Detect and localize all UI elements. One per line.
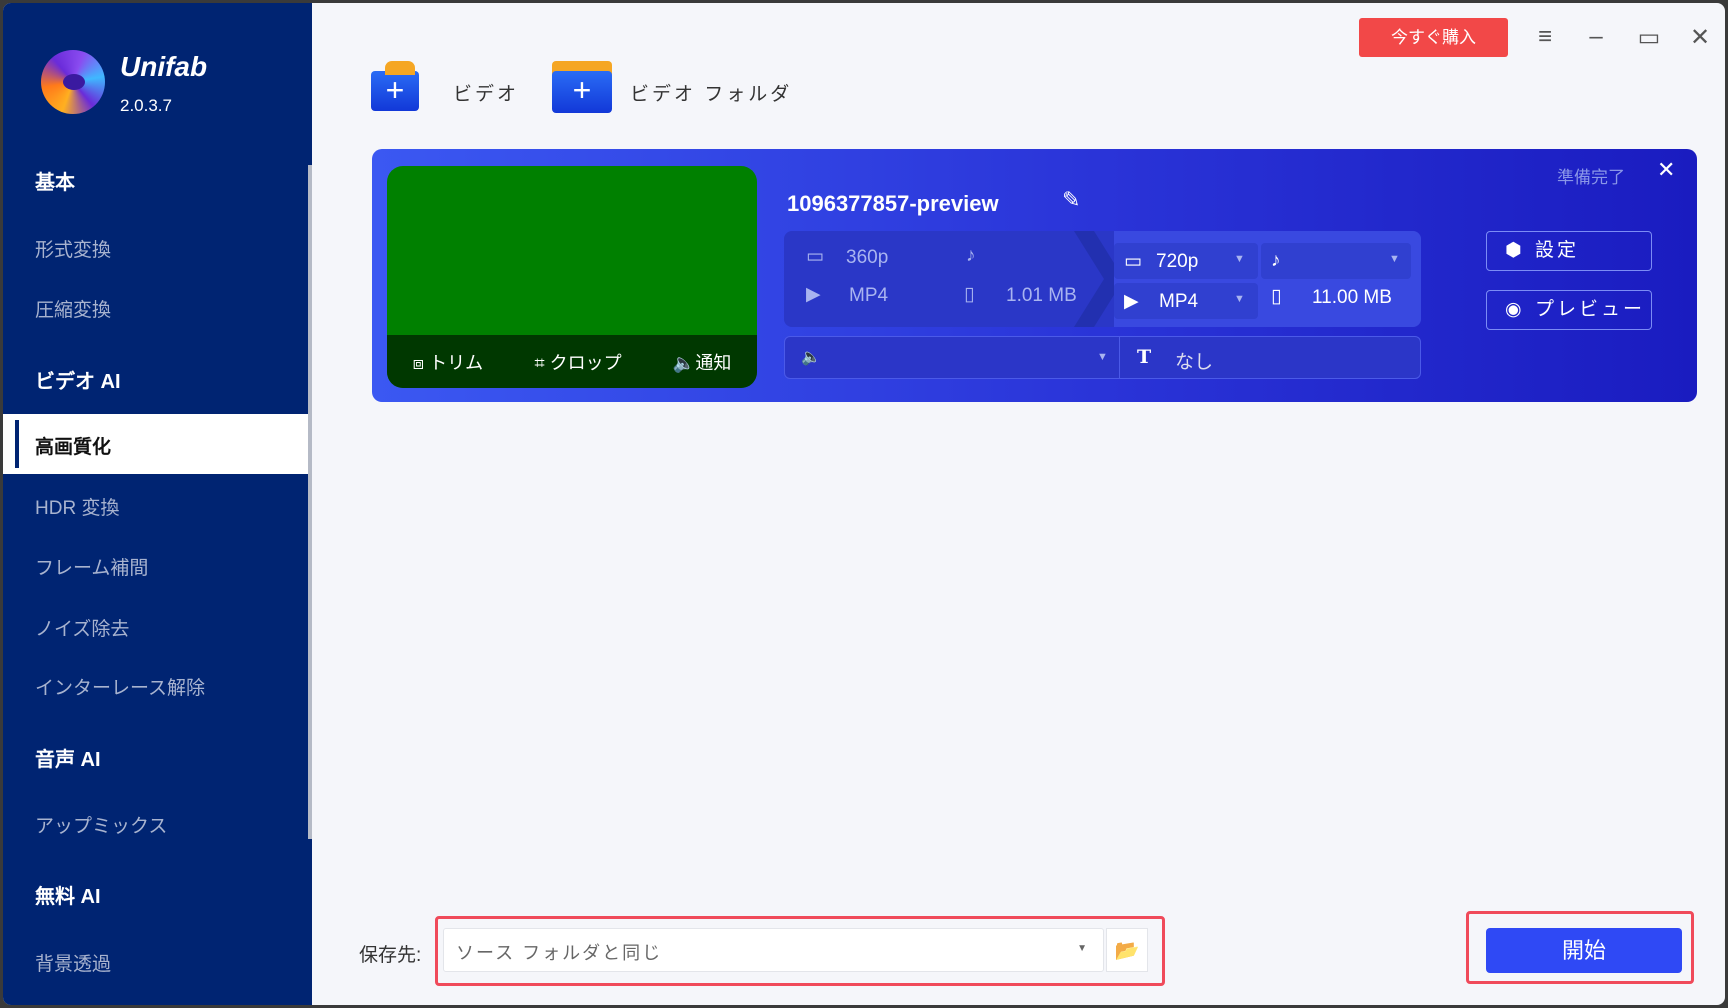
sidebar-item-compress[interactable]: 圧縮変換 [35, 295, 111, 322]
folder-icon: 📂 [1114, 940, 1140, 962]
output-size: 11.00 MB [1312, 287, 1392, 308]
close-icon[interactable]: ✕ [1685, 23, 1715, 52]
output-resolution: 720p [1156, 251, 1199, 272]
video-thumbnail[interactable]: ⧈ トリム ⌗ クロップ 🔈通知 [387, 166, 757, 388]
notify-button[interactable]: 🔈通知 [673, 349, 731, 375]
speaker-icon: 🔈 [801, 349, 821, 366]
audio-track-icon: ♪ [966, 245, 976, 266]
output-format: MP4 [1159, 291, 1199, 312]
output-path-value: ソース フォルダと同じ [456, 943, 663, 963]
audio-select[interactable]: ♪ ▼ [1261, 243, 1411, 279]
start-button[interactable]: 開始 [1486, 928, 1682, 973]
remove-task-icon[interactable]: ✕ [1657, 157, 1675, 183]
sidebar-item-deinterlace[interactable]: インターレース解除 [35, 673, 205, 700]
audio-track-select[interactable]: 🔈 ▼ [785, 337, 1120, 378]
task-card: ⧈ トリム ⌗ クロップ 🔈通知 1096377857-preview ✎ 準備… [372, 149, 1697, 402]
preview-label: プレビュー [1535, 299, 1646, 320]
sidebar-item-format-convert[interactable]: 形式変換 [35, 235, 111, 262]
sidebar-item-bg-remove[interactable]: 背景透過 [35, 949, 111, 976]
add-video-button[interactable]: ビデオ [453, 79, 519, 106]
subtitle-value[interactable]: なし [1175, 347, 1213, 374]
format-info-panel: ▭ 360p ▶ MP4 ♪ ▯ 1.01 MB ▭ 720p ▼ ♪ ▼ ▶ … [784, 231, 1421, 327]
thumbnail-actions: ⧈ トリム ⌗ クロップ 🔈通知 [387, 335, 757, 388]
section-free-ai: 無料 AI [35, 886, 101, 908]
app-version: 2.0.3.7 [120, 96, 172, 115]
preview-button[interactable]: ◉ プレビュー [1486, 290, 1652, 330]
chevron-down-icon: ▼ [1234, 293, 1245, 305]
add-folder-button[interactable]: ビデオ フォルダ [630, 79, 792, 106]
add-folder-icon[interactable]: + [552, 71, 612, 113]
video-format-icon: ▶ [1124, 291, 1139, 312]
sidebar-item-label: 高画質化 [35, 437, 112, 458]
trim-button[interactable]: ⧈ トリム [413, 349, 483, 375]
subtitle-icon: T [1137, 346, 1152, 368]
notify-label: 通知 [695, 352, 732, 373]
chevron-down-icon: ▼ [1389, 253, 1400, 265]
monitor-icon: ▭ [1124, 251, 1142, 272]
menu-icon[interactable]: ≡ [1530, 23, 1560, 51]
buy-now-button[interactable]: 今すぐ購入 [1359, 18, 1508, 57]
save-to-label: 保存先: [359, 945, 422, 966]
eye-icon: ◉ [1505, 299, 1525, 320]
file-icon: ▯ [1271, 286, 1282, 307]
resolution-select[interactable]: ▭ 720p ▼ [1114, 243, 1258, 279]
settings-button[interactable]: ⬢ 設定 [1486, 231, 1652, 271]
active-indicator [15, 420, 19, 468]
minimize-icon[interactable]: – [1581, 23, 1611, 51]
chevron-down-icon: ▼ [1234, 253, 1245, 265]
settings-label: 設定 [1535, 240, 1580, 261]
monitor-icon: ▭ [806, 246, 824, 267]
source-format: MP4 [849, 285, 889, 306]
browse-folder-button[interactable]: 📂 [1106, 928, 1148, 972]
camera-icon [385, 61, 415, 75]
source-size: 1.01 MB [1006, 285, 1077, 306]
chevron-down-icon: ▼ [1077, 943, 1089, 954]
sidebar-scrollbar[interactable] [308, 165, 312, 839]
audio-subtitle-row: 🔈 ▼ T なし [784, 336, 1421, 379]
status-text: 準備完了 [1557, 168, 1625, 187]
audio-track-icon: ♪ [1271, 250, 1281, 271]
format-select[interactable]: ▶ MP4 ▼ [1114, 283, 1258, 319]
chevron-down-icon: ▼ [1097, 351, 1108, 363]
file-icon: ▯ [964, 284, 975, 305]
video-format-icon: ▶ [806, 284, 821, 305]
source-resolution: 360p [846, 247, 889, 268]
sidebar-item-hdr[interactable]: HDR 変換 [35, 493, 119, 520]
task-title: 1096377857-preview [787, 191, 999, 216]
section-basic: 基本 [35, 172, 75, 194]
sidebar: Unifab 2.0.3.7 基本 形式変換 圧縮変換 ビデオ AI 高画質化 … [3, 3, 312, 1005]
sidebar-item-denoise[interactable]: ノイズ除去 [35, 614, 129, 641]
sidebar-item-upscale[interactable]: 高画質化 [3, 414, 308, 474]
add-video-icon[interactable]: + [371, 71, 419, 111]
output-settings: ▭ 720p ▼ ♪ ▼ ▶ MP4 ▼ ▯ 11.00 MB [1114, 231, 1421, 327]
maximize-icon[interactable]: ▭ [1634, 23, 1664, 52]
trim-label: トリム [429, 352, 484, 373]
section-video-ai: ビデオ AI [35, 371, 121, 393]
sidebar-item-upmix[interactable]: アップミックス [35, 811, 167, 838]
crop-button[interactable]: ⌗ クロップ [534, 349, 621, 375]
output-path-select[interactable]: ソース フォルダと同じ ▼ [443, 928, 1104, 972]
crop-label: クロップ [549, 352, 622, 373]
unifab-logo [41, 50, 105, 114]
app-name: Unifab [120, 51, 208, 82]
sidebar-item-frame-interp[interactable]: フレーム補間 [35, 553, 148, 580]
section-audio-ai: 音声 AI [35, 749, 101, 771]
edit-name-icon[interactable]: ✎ [1062, 187, 1080, 213]
gear-icon: ⬢ [1505, 240, 1525, 261]
app-window: Unifab 2.0.3.7 基本 形式変換 圧縮変換 ビデオ AI 高画質化 … [3, 3, 1725, 1005]
